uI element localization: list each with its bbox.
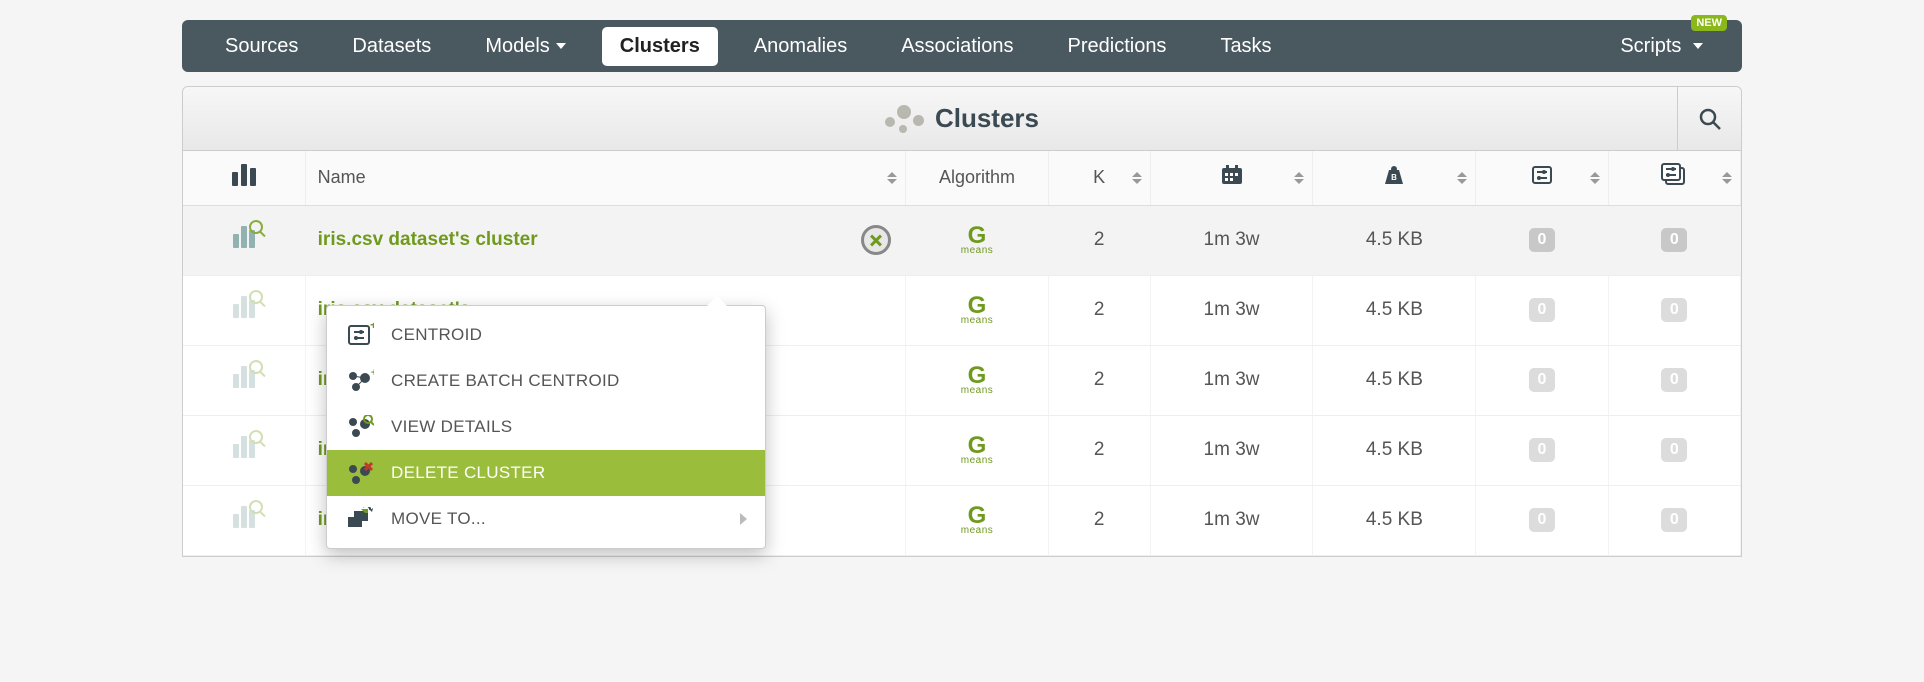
- size-value: 4.5 KB: [1313, 485, 1476, 555]
- menu-label: CREATE BATCH CENTROID: [391, 371, 620, 391]
- age-value: 1m 3w: [1150, 205, 1313, 275]
- nav-sources[interactable]: Sources: [207, 27, 316, 66]
- search-button[interactable]: [1677, 87, 1741, 151]
- nav-scripts-label: Scripts: [1620, 35, 1681, 57]
- cluster-name-link[interactable]: iris.csv dataset's cluster: [318, 229, 538, 250]
- menu-label: MOVE TO...: [391, 509, 486, 529]
- batch-count: 0: [1661, 298, 1687, 322]
- k-value: 2: [1048, 345, 1150, 415]
- nav-scripts[interactable]: Scripts NEW: [1606, 27, 1717, 66]
- algorithm-badge: Gmeans: [918, 294, 1036, 326]
- menu-delete-cluster[interactable]: DELETE CLUSTER: [327, 450, 765, 496]
- nav-predictions[interactable]: Predictions: [1050, 27, 1185, 66]
- k-value: 2: [1048, 275, 1150, 345]
- centroids-count: 0: [1529, 368, 1555, 392]
- menu-centroid[interactable]: + CENTROID: [327, 312, 765, 358]
- table-row[interactable]: iris.csv dataset's cluster Gmeans 21m 3w4.…: [183, 205, 1741, 275]
- col-name[interactable]: Name: [305, 151, 906, 205]
- menu-batch-centroid[interactable]: + CREATE BATCH CENTROID: [327, 358, 765, 404]
- bars-icon: [232, 164, 256, 186]
- age-value: 1m 3w: [1150, 275, 1313, 345]
- svg-text:+: +: [371, 369, 374, 379]
- col-name-label: Name: [318, 167, 366, 187]
- menu-view-details[interactable]: VIEW DETAILS: [327, 404, 765, 450]
- col-age[interactable]: [1150, 151, 1313, 205]
- size-value: 4.5 KB: [1313, 415, 1476, 485]
- col-k-label: K: [1093, 167, 1105, 187]
- batch-count: 0: [1661, 438, 1687, 462]
- cluster-row-icon: [233, 226, 255, 248]
- col-k[interactable]: K: [1048, 151, 1150, 205]
- clusters-icon: [885, 103, 923, 135]
- algorithm-badge: Gmeans: [918, 504, 1036, 536]
- col-centroids[interactable]: [1476, 151, 1608, 205]
- nav-associations[interactable]: Associations: [883, 27, 1031, 66]
- k-value: 2: [1048, 205, 1150, 275]
- cluster-row-icon: [233, 506, 255, 528]
- delete-cluster-icon: [345, 460, 375, 486]
- algorithm-badge: Gmeans: [918, 434, 1036, 466]
- search-icon: [1698, 107, 1722, 131]
- sort-icon[interactable]: [1457, 172, 1467, 184]
- menu-label: DELETE CLUSTER: [391, 463, 545, 483]
- size-value: 4.5 KB: [1313, 275, 1476, 345]
- centroids-count: 0: [1529, 298, 1555, 322]
- centroid-icon: +: [345, 322, 375, 348]
- svg-text:B: B: [1391, 173, 1397, 182]
- col-type[interactable]: [183, 151, 305, 205]
- new-badge: NEW: [1691, 15, 1727, 31]
- panel-title: Clusters: [935, 103, 1039, 134]
- centroids-count: 0: [1529, 228, 1555, 252]
- centroids-count: 0: [1529, 438, 1555, 462]
- age-value: 1m 3w: [1150, 485, 1313, 555]
- batch-count: 0: [1661, 228, 1687, 252]
- col-algorithm-label: Algorithm: [939, 167, 1015, 187]
- centroids-count: 0: [1529, 508, 1555, 532]
- move-to-icon: [345, 506, 375, 532]
- col-batch[interactable]: [1608, 151, 1740, 205]
- calendar-icon: [1220, 164, 1244, 186]
- row-context-menu: + CENTROID + CREATE BATCH CENTROID VIEW …: [326, 305, 766, 549]
- nav-clusters[interactable]: Clusters: [602, 27, 718, 66]
- nav-tasks[interactable]: Tasks: [1202, 27, 1289, 66]
- col-size[interactable]: B: [1313, 151, 1476, 205]
- batch-count: 0: [1661, 508, 1687, 532]
- sort-icon[interactable]: [1132, 172, 1142, 184]
- menu-move-to[interactable]: MOVE TO...: [327, 496, 765, 542]
- size-value: 4.5 KB: [1313, 205, 1476, 275]
- batch-count: 0: [1661, 368, 1687, 392]
- menu-label: VIEW DETAILS: [391, 417, 512, 437]
- k-value: 2: [1048, 415, 1150, 485]
- nav-anomalies[interactable]: Anomalies: [736, 27, 865, 66]
- nav-models[interactable]: Models: [467, 27, 583, 66]
- sliders-icon: [1530, 164, 1554, 186]
- k-value: 2: [1048, 485, 1150, 555]
- age-value: 1m 3w: [1150, 415, 1313, 485]
- size-value: 4.5 KB: [1313, 345, 1476, 415]
- col-algorithm[interactable]: Algorithm: [906, 151, 1049, 205]
- sort-icon[interactable]: [1590, 172, 1600, 184]
- batch-centroid-icon: +: [345, 368, 375, 394]
- batch-sliders-icon: [1660, 163, 1688, 187]
- sort-icon[interactable]: [887, 172, 897, 184]
- cluster-row-icon: [233, 296, 255, 318]
- nav-datasets[interactable]: Datasets: [334, 27, 449, 66]
- svg-text:+: +: [370, 323, 374, 332]
- view-details-icon: [345, 414, 375, 440]
- sort-icon[interactable]: [1294, 172, 1304, 184]
- sort-icon[interactable]: [1722, 172, 1732, 184]
- row-actions-button[interactable]: [861, 225, 891, 255]
- weight-icon: B: [1381, 164, 1407, 186]
- menu-label: CENTROID: [391, 325, 482, 345]
- age-value: 1m 3w: [1150, 345, 1313, 415]
- algorithm-badge: Gmeans: [918, 224, 1036, 256]
- panel-header: Clusters: [183, 87, 1741, 151]
- cluster-row-icon: [233, 436, 255, 458]
- main-navbar: Sources Datasets Models Clusters Anomali…: [182, 20, 1742, 72]
- algorithm-badge: Gmeans: [918, 364, 1036, 396]
- chevron-right-icon: [740, 513, 747, 525]
- cluster-row-icon: [233, 366, 255, 388]
